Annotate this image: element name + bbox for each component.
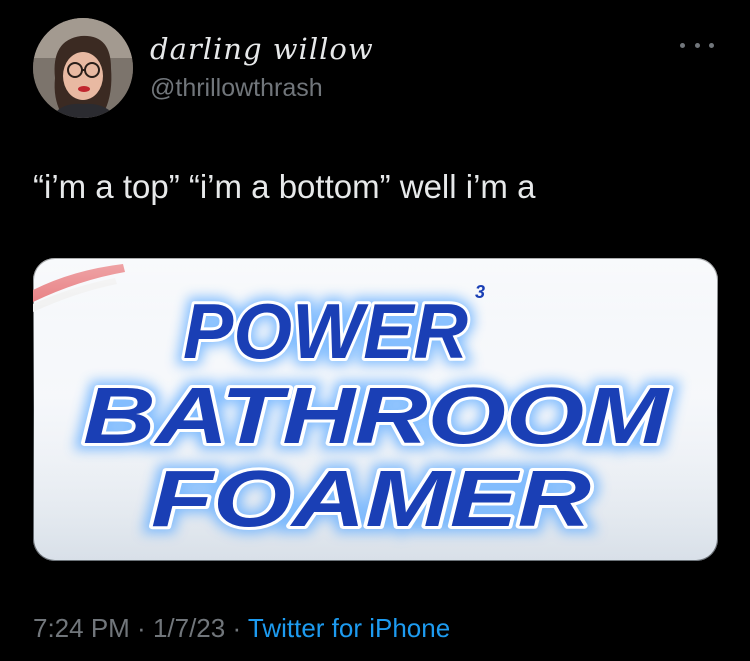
media-line-2: BATHROOM xyxy=(83,371,671,460)
tweet: darling willow @thrillowthrash “i’m a to… xyxy=(0,0,750,661)
handle[interactable]: @thrillowthrash xyxy=(150,74,323,103)
more-horizontal-icon-dot xyxy=(709,42,714,48)
media-superscript: 3 xyxy=(475,282,485,302)
media-line-1: POWER xyxy=(183,287,468,375)
avatar[interactable] xyxy=(33,18,133,118)
more-horizontal-icon xyxy=(680,42,685,48)
tweet-media-image[interactable]: POWER BATHROOM FOAMER POWER POWER BATHROOM BA… xyxy=(33,258,718,561)
tweet-metadata: 7:24 PM · 1/7/23 · Twitter for iPhone xyxy=(33,613,450,644)
meta-separator: · xyxy=(129,613,153,643)
tweet-source-link[interactable]: Twitter for iPhone xyxy=(248,613,450,643)
tweet-date[interactable]: 1/7/23 xyxy=(153,613,225,643)
power-bathroom-foamer-photo: POWERBATHROOMFOAMER POWERPOWERBATHROOMBA… xyxy=(33,258,718,561)
tweet-time[interactable]: 7:24 PM xyxy=(33,613,130,643)
more-horizontal-icon-dot xyxy=(694,42,700,48)
display-name[interactable]: darling willow xyxy=(150,32,374,66)
avatar-image xyxy=(33,18,133,118)
tweet-text: “i’m a top” “i’m a bottom” well i’m a xyxy=(33,168,536,205)
meta-separator: · xyxy=(225,613,248,643)
media-line-3: FOAMER xyxy=(151,454,591,543)
more-options-button[interactable] xyxy=(680,38,714,52)
